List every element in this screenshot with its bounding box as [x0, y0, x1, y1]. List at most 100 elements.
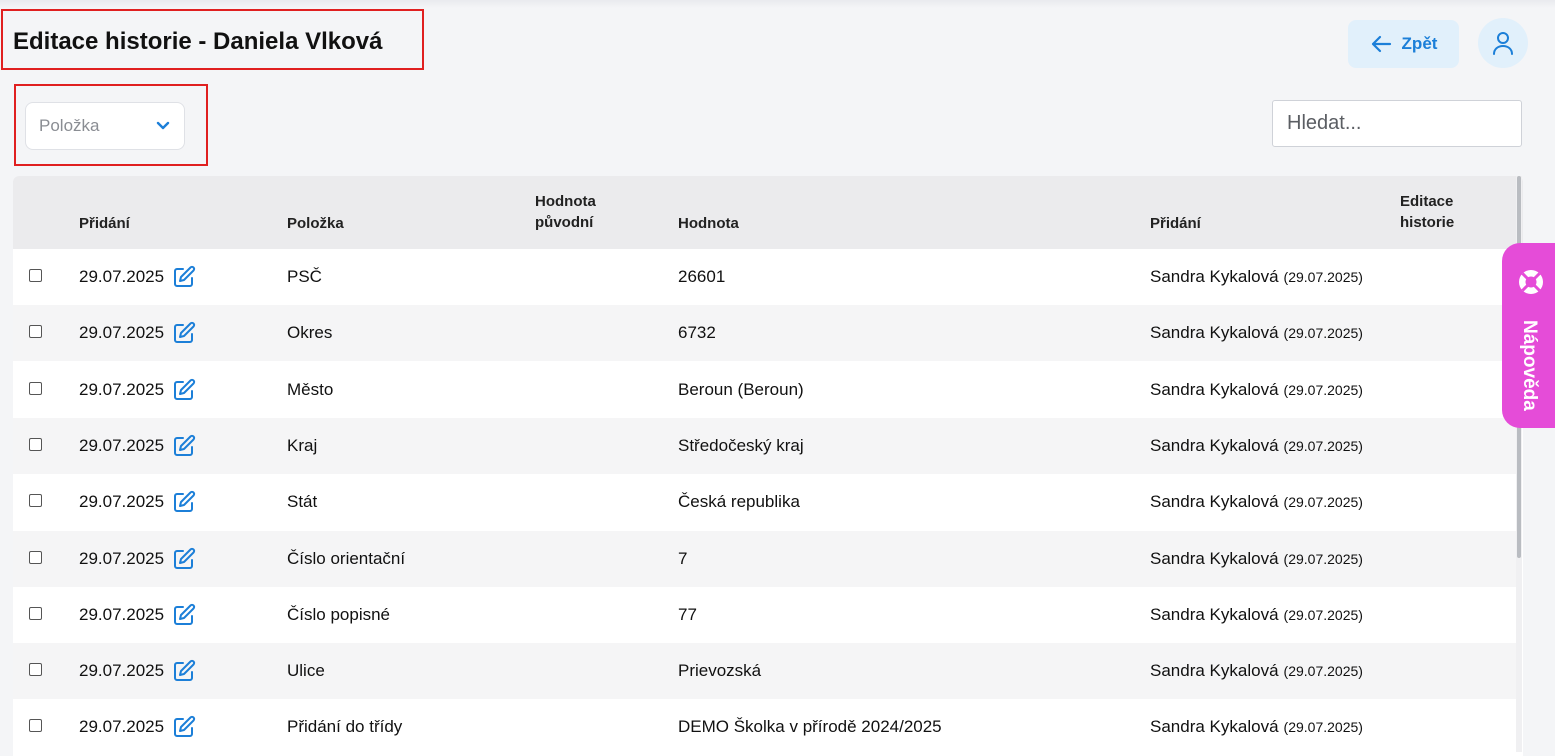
col-header-original-value[interactable]: Hodnota původní: [535, 191, 596, 233]
row-added-date-cell: 29.07.2025: [79, 305, 196, 361]
row-value: Česká republika: [678, 492, 800, 512]
row-item: Přidání do třídy: [287, 717, 403, 737]
row-item: Číslo orientační: [287, 548, 406, 568]
row-added-date: 29.07.2025: [79, 717, 165, 737]
col-header-added-by[interactable]: Přidání: [1150, 213, 1201, 234]
row-added-by-cell: Sandra Kykalová (29.07.2025): [1150, 643, 1363, 699]
arrow-left-icon: [1370, 35, 1392, 53]
col-header-original-value-line1: Hodnota: [535, 193, 596, 210]
row-added-by-cell: Sandra Kykalová (29.07.2025): [1150, 362, 1363, 418]
row-item: PSČ: [287, 267, 322, 286]
col-header-item[interactable]: Položka: [287, 213, 344, 234]
edit-icon[interactable]: [172, 603, 196, 627]
row-added-date: 29.07.2025: [79, 379, 165, 399]
row-value: 77: [678, 604, 697, 624]
row-value: 7: [678, 548, 688, 568]
chevron-down-icon: [156, 121, 170, 131]
row-added-by-date: (29.07.2025): [1283, 381, 1363, 398]
item-filter-select[interactable]: Položka: [25, 102, 185, 150]
row-added-by-date: (29.07.2025): [1283, 606, 1363, 623]
row-checkbox[interactable]: [29, 606, 42, 620]
row-added-date-cell: 29.07.2025: [79, 249, 196, 305]
row-added-by-cell: Sandra Kykalová (29.07.2025): [1150, 587, 1363, 643]
edit-icon[interactable]: [172, 378, 196, 402]
table-row: 29.07.2025 Kraj Středočeský kraj Sandra Kyk…: [13, 417, 1516, 474]
row-item: Kraj: [287, 435, 318, 455]
row-added-date: 29.07.2025: [79, 661, 165, 681]
row-checkbox[interactable]: [29, 269, 42, 282]
row-value: DEMO Školka v přírodě 2024/2025: [678, 717, 942, 737]
table-row: 29.07.2025 PSČ 26601 Sandra Kykalová (29.07.…: [13, 249, 1516, 305]
edit-icon[interactable]: [172, 490, 196, 514]
table-row: 29.07.2025 Přidání do třídy DEMO Školka v …: [13, 699, 1516, 755]
edit-icon[interactable]: [172, 265, 196, 289]
row-added-by-cell: Sandra Kykalová (29.07.2025): [1150, 418, 1363, 474]
row-added-date: 29.07.2025: [79, 548, 165, 568]
row-checkbox[interactable]: [29, 550, 42, 564]
col-header-edit-history[interactable]: Editace historie: [1400, 191, 1454, 233]
top-shadow: [0, 0, 1555, 8]
row-added-date: 29.07.2025: [79, 435, 165, 455]
row-value: Prievozská: [678, 661, 762, 681]
row-added-by-date: (29.07.2025): [1283, 719, 1363, 736]
lifebuoy-icon: [1516, 267, 1546, 297]
row-item: Okres: [287, 323, 333, 343]
row-added-date-cell: 29.07.2025: [79, 362, 196, 418]
edit-icon[interactable]: [172, 715, 196, 739]
user-icon: [1492, 31, 1514, 55]
item-filter-value: Položka: [39, 116, 100, 135]
row-value: 6732: [678, 323, 716, 343]
edit-icon[interactable]: [172, 659, 196, 683]
back-button[interactable]: Zpět: [1348, 20, 1459, 68]
row-added-by-date: (29.07.2025): [1283, 663, 1363, 680]
table-row: 29.07.2025 Stát Česká republika Sandra Kyka…: [13, 474, 1516, 530]
row-value: Středočeský kraj: [678, 435, 804, 455]
row-added-by-user: Sandra Kykalová: [1150, 604, 1279, 624]
row-added-by-date: (29.07.2025): [1283, 269, 1363, 285]
row-added-by-cell: Sandra Kykalová (29.07.2025): [1150, 305, 1363, 361]
col-header-edit-history-line2: historie: [1400, 214, 1455, 231]
row-checkbox[interactable]: [29, 719, 42, 733]
table-row: 29.07.2025 Číslo popisné 77 Sandra Kykalová…: [13, 587, 1516, 643]
search-input[interactable]: [1272, 100, 1522, 147]
row-added-by-user: Sandra Kykalová: [1150, 435, 1279, 455]
col-header-original-value-line2: původní: [535, 214, 594, 231]
table-header: Přidání Položka Hodnota původní Hodnota …: [13, 176, 1523, 249]
row-added-by-cell: Sandra Kykalová (29.07.2025): [1150, 531, 1363, 587]
row-added-date-cell: 29.07.2025: [79, 531, 196, 587]
row-added-by-cell: Sandra Kykalová (29.07.2025): [1150, 249, 1363, 305]
edit-icon[interactable]: [172, 321, 196, 345]
row-added-date-cell: 29.07.2025: [79, 587, 196, 643]
row-added-date-cell: 29.07.2025: [79, 418, 196, 474]
row-added-by-date: (29.07.2025): [1283, 437, 1363, 454]
back-button-label: Zpět: [1401, 34, 1438, 53]
row-added-by-user: Sandra Kykalová: [1150, 323, 1279, 343]
row-checkbox[interactable]: [29, 663, 42, 677]
row-added-by-user: Sandra Kykalová: [1150, 717, 1279, 737]
row-added-by-date: (29.07.2025): [1283, 325, 1363, 342]
edit-icon[interactable]: [172, 547, 196, 571]
row-added-by-user: Sandra Kykalová: [1150, 661, 1279, 681]
edit-icon[interactable]: [172, 434, 196, 458]
row-added-by-user: Sandra Kykalová: [1150, 548, 1279, 568]
col-header-value[interactable]: Hodnota: [678, 213, 739, 234]
table-row: 29.07.2025 Číslo orientační 7 Sandra Kykalo…: [13, 530, 1516, 587]
row-added-date: 29.07.2025: [79, 604, 165, 624]
table-row: 29.07.2025 Okres 6732 Sandra Kykalová (29.07…: [13, 305, 1516, 362]
row-added-date-cell: 29.07.2025: [79, 699, 196, 755]
row-item: Ulice: [287, 661, 325, 681]
row-checkbox[interactable]: [29, 381, 42, 395]
row-added-date-cell: 29.07.2025: [79, 474, 196, 530]
row-value: 26601: [678, 267, 726, 286]
row-checkbox[interactable]: [29, 325, 42, 339]
user-menu-button[interactable]: [1478, 18, 1528, 68]
row-checkbox[interactable]: [29, 437, 42, 451]
row-added-date-cell: 29.07.2025: [79, 643, 196, 699]
col-header-added[interactable]: Přidání: [79, 213, 130, 234]
row-checkbox[interactable]: [29, 494, 42, 508]
help-tab-label: Nápověda: [1519, 320, 1540, 411]
row-added-date: 29.07.2025: [79, 323, 165, 343]
row-added-by-user: Sandra Kykalová: [1150, 267, 1279, 286]
row-added-by-cell: Sandra Kykalová (29.07.2025): [1150, 474, 1363, 530]
row-added-by-cell: Sandra Kykalová (29.07.2025): [1150, 699, 1363, 755]
